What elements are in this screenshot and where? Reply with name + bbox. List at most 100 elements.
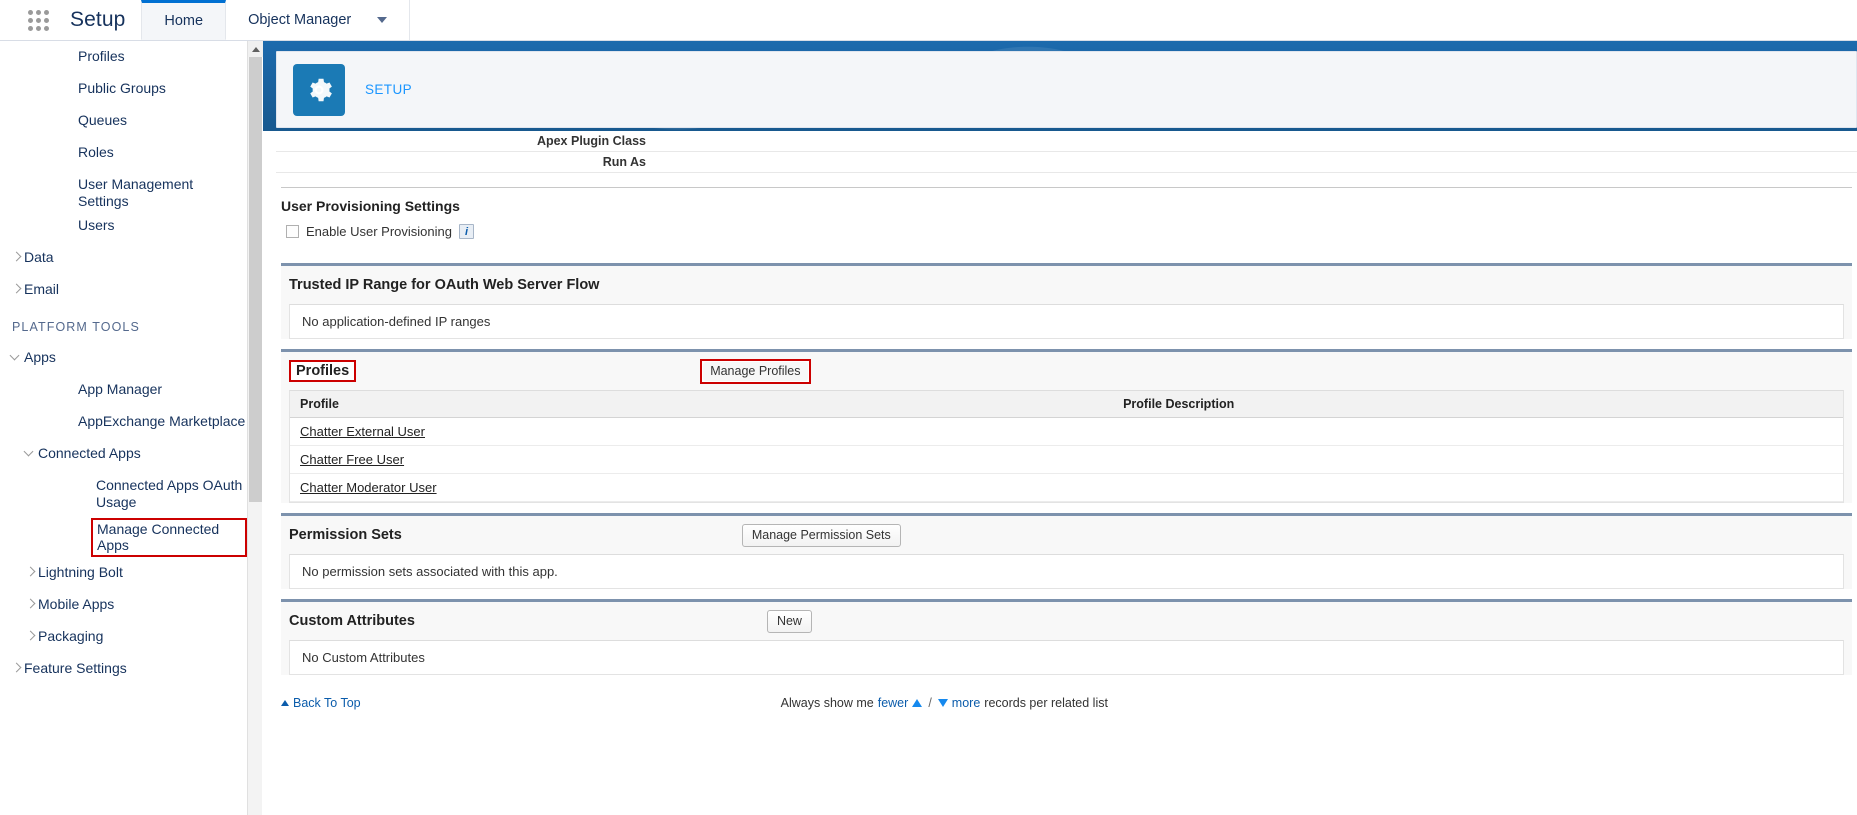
- field-label-apex-plugin-class: Apex Plugin Class: [536, 134, 646, 148]
- sidebar-item-label: Manage Connected Apps: [74, 518, 247, 557]
- chevron-right-icon[interactable]: [24, 565, 38, 579]
- panel-trusted-ip-range: Trusted IP Range for OAuth Web Server Fl…: [281, 263, 1852, 339]
- profile-link[interactable]: Chatter External User: [300, 424, 425, 439]
- profiles-table-header-row: Profile Profile Description: [290, 391, 1843, 418]
- breadcrumb[interactable]: SETUP: [365, 82, 412, 97]
- sidebar-item-label: Lightning Bolt: [38, 564, 123, 580]
- sidebar-item-app-manager[interactable]: App Manager: [0, 374, 247, 406]
- show-fewer-link[interactable]: fewer: [878, 696, 909, 710]
- field-label-run-as: Run As: [602, 155, 646, 169]
- table-row: Chatter Moderator User: [290, 473, 1843, 502]
- setup-header-card: SETUP: [276, 51, 1857, 128]
- table-row: Chatter Free User: [290, 445, 1843, 474]
- back-to-top-label: Back To Top: [293, 696, 361, 710]
- waffle-grid: [27, 9, 49, 31]
- scrollbar-thumb[interactable]: [249, 57, 262, 502]
- sidebar-item-public-groups[interactable]: Public Groups: [0, 73, 247, 105]
- permission-sets-button-group: Manage Permission Sets: [741, 523, 901, 547]
- profile-description-cell: [1113, 445, 1843, 474]
- triangle-down-icon[interactable]: [937, 699, 948, 707]
- chevron-down-icon[interactable]: [10, 350, 24, 364]
- chevron-right-icon[interactable]: [10, 250, 24, 264]
- sidebar-item-profiles[interactable]: Profiles: [0, 41, 247, 73]
- scroll-up-arrow-icon[interactable]: [248, 41, 263, 57]
- profile-link[interactable]: Chatter Free User: [300, 452, 404, 467]
- tab-home[interactable]: Home: [141, 0, 227, 40]
- field-row-run-as: Run As: [276, 152, 1857, 173]
- table-row: Chatter External User: [290, 417, 1843, 446]
- sidebar-item-label: Roles: [78, 144, 114, 160]
- sidebar-item-label: Users: [78, 217, 115, 233]
- show-more-link[interactable]: more: [952, 696, 980, 710]
- section-title-user-provisioning: User Provisioning Settings: [281, 198, 460, 214]
- profile-name-cell: Chatter Free User: [290, 445, 1114, 474]
- annotation-box: Manage Connected Apps: [91, 518, 247, 557]
- sidebar-item-manage-connected-apps[interactable]: Manage Connected Apps: [0, 511, 247, 557]
- profile-description-cell: [1113, 473, 1843, 502]
- chevron-right-icon[interactable]: [24, 629, 38, 643]
- info-icon[interactable]: i: [458, 224, 474, 239]
- column-header-profile-description[interactable]: Profile Description: [1113, 391, 1843, 418]
- profiles-table: Profile Profile Description Chatter Exte…: [290, 391, 1843, 502]
- custom-attributes-empty-message: No Custom Attributes: [302, 650, 425, 665]
- sidebar-item-label: Apps: [24, 349, 56, 365]
- manage-profiles-annotation-box: Manage Profiles: [700, 358, 811, 384]
- tab-object-manager[interactable]: Object Manager: [226, 0, 411, 40]
- sidebar-item-queues[interactable]: Queues: [0, 105, 247, 137]
- panel-title-profiles: Profiles: [289, 360, 357, 382]
- sidebar-item-mobile-apps[interactable]: Mobile Apps: [0, 589, 247, 621]
- detail-footer: Back To Top Always show me fewer / more …: [276, 684, 1857, 710]
- enable-user-provisioning-row: Enable User Provisioning i: [276, 220, 1857, 253]
- enable-user-provisioning-checkbox[interactable]: [286, 225, 299, 238]
- sidebar-item-email[interactable]: Email: [0, 274, 247, 306]
- sidebar-item-label: App Manager: [78, 381, 163, 397]
- sidebar-item-lightning-bolt[interactable]: Lightning Bolt: [0, 557, 247, 589]
- profile-name-cell: Chatter Moderator User: [290, 473, 1114, 502]
- sidebar-scrollbar[interactable]: [247, 41, 263, 815]
- field-row-apex-plugin-class: Apex Plugin Class: [276, 131, 1857, 152]
- manage-permission-sets-button[interactable]: Manage Permission Sets: [741, 523, 901, 547]
- profile-link[interactable]: Chatter Moderator User: [300, 480, 437, 495]
- footer-separator: /: [928, 696, 932, 710]
- show-prefix-label: Always show me: [780, 696, 874, 710]
- chevron-down-icon[interactable]: [24, 446, 38, 460]
- sidebar-item-connected-apps[interactable]: Connected Apps: [0, 438, 247, 470]
- chevron-right-icon[interactable]: [10, 661, 24, 675]
- gear-icon: [293, 63, 345, 116]
- sidebar-item-appexchange-marketplace[interactable]: AppExchange Marketplace: [0, 406, 247, 438]
- sidebar-item-label: Connected Apps OAuth Usage: [96, 477, 243, 510]
- header-tabs: Home Object Manager: [141, 0, 411, 40]
- sidebar-item-data[interactable]: Data: [0, 242, 247, 274]
- profiles-button-group: Manage Profiles: [700, 358, 811, 384]
- triangle-up-icon[interactable]: [912, 699, 923, 707]
- sidebar-item-users[interactable]: Users: [0, 210, 247, 242]
- chevron-up-icon: [281, 700, 289, 706]
- chevron-right-icon[interactable]: [10, 282, 24, 296]
- custom-attributes-button-group: New: [766, 609, 812, 633]
- sidebar-item-connected-apps-oauth-usage[interactable]: Connected Apps OAuth Usage: [0, 470, 247, 511]
- sidebar-item-label: Mobile Apps: [38, 596, 115, 612]
- sidebar-item-label: Profiles: [78, 48, 125, 64]
- trusted-ip-empty-message: No application-defined IP ranges: [302, 314, 491, 329]
- app-detail-pane: Apex Plugin Class Run As User Provisioni…: [276, 131, 1857, 815]
- sidebar-item-label: AppExchange Marketplace: [78, 413, 246, 429]
- app-launcher-waffle-icon[interactable]: [20, 0, 56, 40]
- sidebar-item-label: Packaging: [38, 628, 104, 644]
- page-title: Setup: [70, 8, 126, 31]
- sidebar-item-label: Connected Apps: [38, 445, 141, 461]
- panel-header-profiles: Profiles Manage Profiles: [281, 352, 1852, 390]
- sidebar-item-user-management-settings[interactable]: User Management Settings: [0, 169, 247, 210]
- sidebar-item-label: Feature Settings: [24, 660, 127, 676]
- sidebar-item-roles[interactable]: Roles: [0, 137, 247, 169]
- column-header-profile[interactable]: Profile: [290, 391, 1114, 418]
- sidebar-item-apps[interactable]: Apps: [0, 342, 247, 374]
- chevron-right-icon[interactable]: [24, 597, 38, 611]
- manage-profiles-button[interactable]: Manage Profiles: [703, 361, 808, 381]
- sidebar-item-feature-settings[interactable]: Feature Settings: [0, 653, 247, 685]
- setup-sidebar[interactable]: Profiles Public Groups Queues Roles User Man…: [0, 41, 247, 815]
- panel-body-custom-attributes: No Custom Attributes: [289, 640, 1844, 675]
- back-to-top-link[interactable]: Back To Top: [281, 696, 361, 710]
- new-custom-attribute-button[interactable]: New: [766, 609, 812, 633]
- sidebar-item-packaging[interactable]: Packaging: [0, 621, 247, 653]
- sidebar-item-label: User Management Settings: [78, 176, 194, 209]
